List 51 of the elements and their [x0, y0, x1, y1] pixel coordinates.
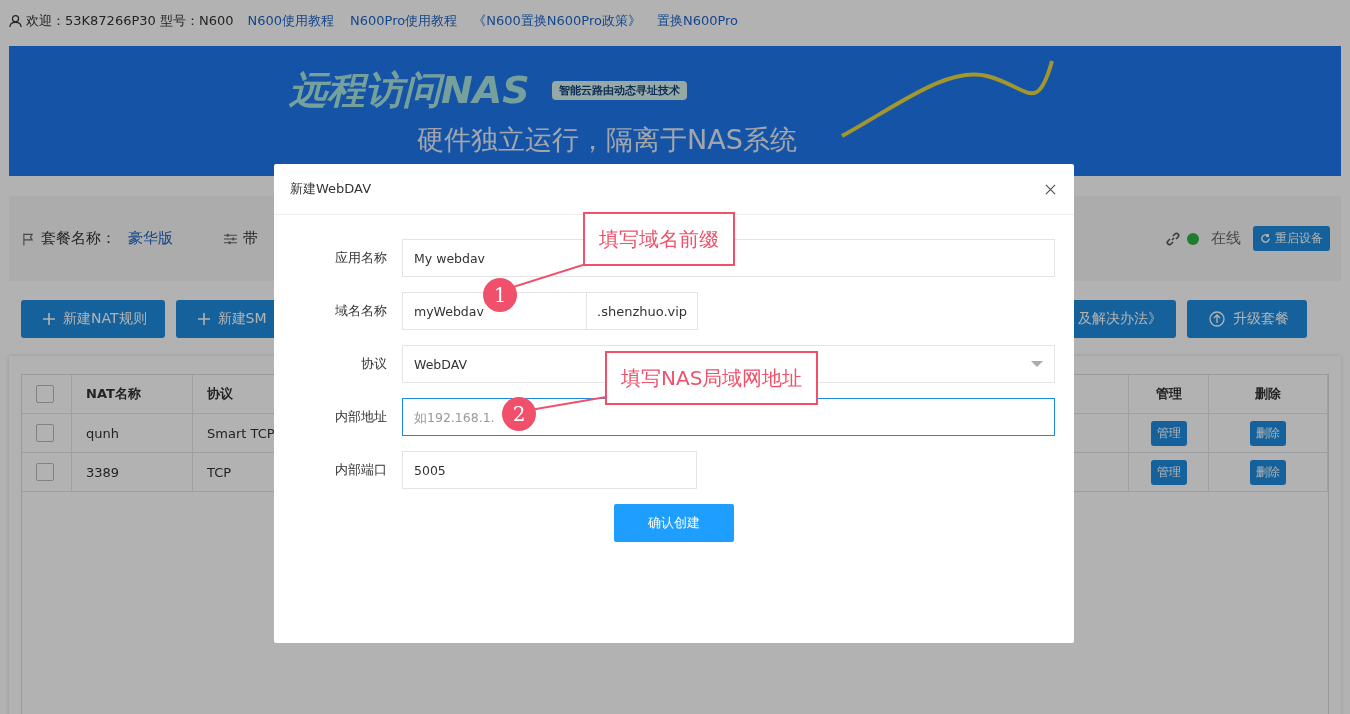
- table-cell: TCP: [207, 464, 232, 480]
- input-field[interactable]: 5005: [402, 451, 697, 489]
- manage-button[interactable]: 管理: [1150, 459, 1187, 485]
- action-button[interactable]: 升级套餐: [1187, 300, 1307, 338]
- welcome-text: 欢迎：53K87266P30 型号：N600: [26, 12, 234, 30]
- restart-button[interactable]: 重启设备: [1253, 226, 1330, 251]
- leader-line: [513, 264, 583, 288]
- column-header: NAT名称: [86, 385, 141, 403]
- sliders-icon: [224, 232, 237, 245]
- banner-tag: 智能云路由动态寻址技术: [551, 80, 687, 100]
- top-link[interactable]: 《N600置换N600Pro政策》: [473, 12, 641, 30]
- confirm-button[interactable]: 确认创建: [614, 504, 734, 542]
- refresh-icon: [1260, 233, 1271, 244]
- callout: 填写NAS局域网地址: [605, 351, 819, 405]
- field-label: 应用名称: [334, 249, 388, 267]
- banner-subtitle: 硬件独立运行，隔离于NAS系统: [417, 122, 797, 157]
- link-icon: [1165, 230, 1181, 247]
- column-header: 管理: [1155, 385, 1182, 403]
- flag-icon: [22, 231, 35, 246]
- callout: 填写域名前缀: [583, 212, 735, 266]
- plus-icon: [43, 313, 55, 325]
- top-link[interactable]: 置换N600Pro: [656, 12, 739, 30]
- domain-suffix: .shenzhuo.vip: [587, 292, 699, 330]
- manage-button[interactable]: 管理: [1150, 420, 1187, 446]
- plus-icon: [197, 313, 210, 325]
- plan-label: 套餐名称：: [41, 229, 116, 248]
- field-label: 协议: [360, 355, 388, 373]
- dialog-title: 新建WebDAV: [290, 180, 372, 198]
- plan-name: 豪华版: [128, 229, 173, 248]
- table-cell: 3389: [86, 464, 120, 480]
- action-button[interactable]: 新建NAT规则: [21, 300, 165, 338]
- close-icon[interactable]: [1045, 183, 1056, 195]
- table-cell: Smart TCP: [207, 425, 275, 441]
- delete-button[interactable]: 删除: [1250, 459, 1286, 485]
- table-cell: qunh: [86, 425, 119, 441]
- column-header: 协议: [207, 385, 233, 403]
- banner-title: 远程访问NAS: [289, 66, 530, 114]
- bandwidth-label: 带: [243, 229, 258, 248]
- delete-button[interactable]: 删除: [1250, 420, 1286, 446]
- field-label: 域名名称: [334, 302, 388, 320]
- top-link[interactable]: N600使用教程: [247, 12, 335, 30]
- field-label: 内部地址: [334, 408, 388, 426]
- row-checkbox[interactable]: [36, 463, 54, 481]
- status-text: 在线: [1211, 229, 1241, 248]
- top-link[interactable]: N600Pro使用教程: [350, 12, 458, 30]
- column-header: 删除: [1255, 385, 1281, 403]
- row-checkbox[interactable]: [36, 424, 54, 442]
- caret-icon: [1031, 361, 1043, 367]
- select-all-checkbox[interactable]: [36, 385, 54, 403]
- user-icon: [9, 14, 22, 28]
- field-label: 内部端口: [334, 461, 388, 479]
